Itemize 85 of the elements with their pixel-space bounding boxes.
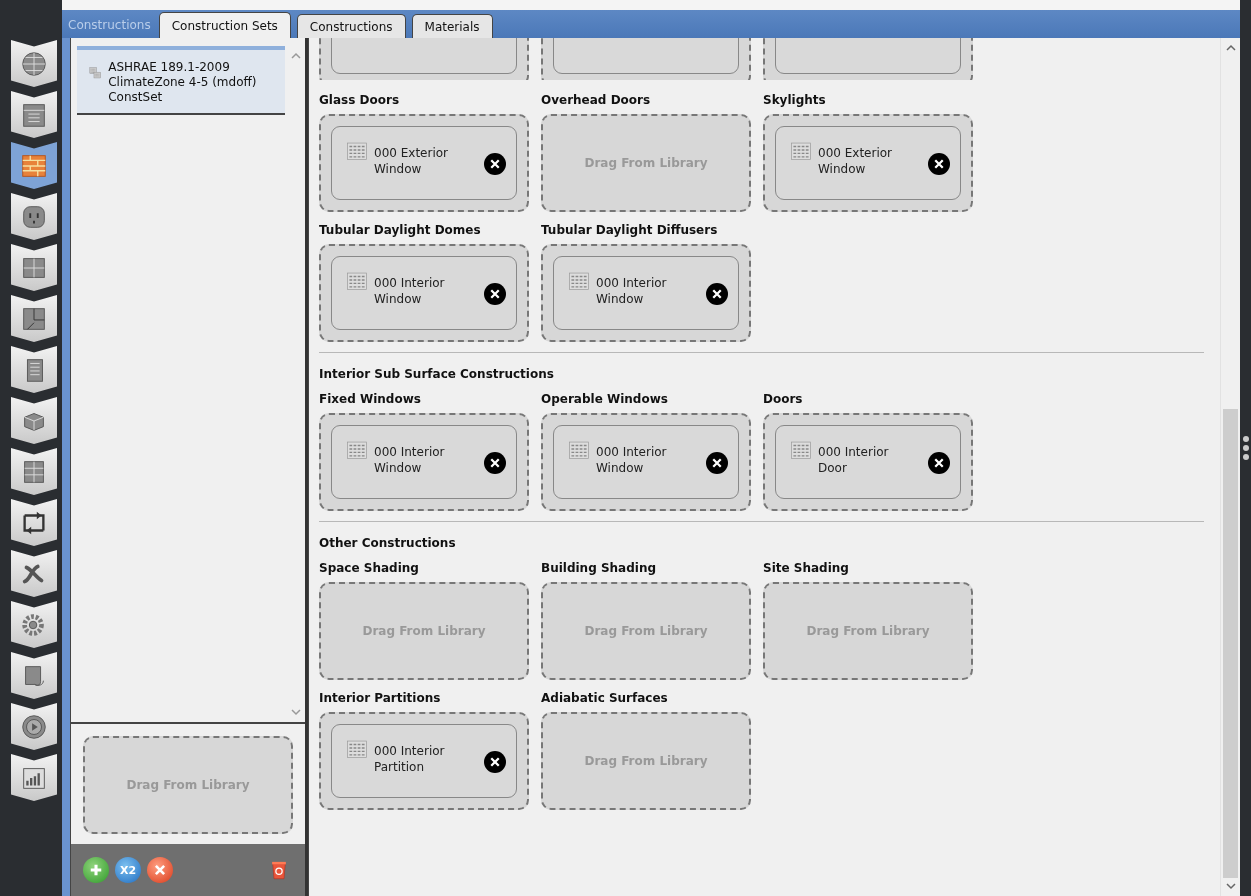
remove-button[interactable]	[484, 283, 506, 305]
close-icon	[489, 457, 501, 469]
list-item[interactable]: ASHRAE 189.1-2009 ClimateZone 4-5 (mdoff) ConstSet	[77, 46, 285, 115]
drop-zone[interactable]: 000 Interior Window	[541, 413, 751, 511]
remove-button[interactable]	[484, 452, 506, 474]
section-label: Constructions	[68, 18, 152, 34]
tab[interactable]: Construction Sets	[158, 12, 291, 38]
scrollbar-thumb[interactable]	[1223, 409, 1238, 878]
construction-item[interactable]: 000 Interior Door	[775, 425, 961, 499]
close-icon	[154, 864, 166, 876]
slot-label: Interior Partitions	[319, 690, 442, 707]
section-heading: Other Constructions	[319, 536, 457, 550]
chevron-down-icon[interactable]	[1225, 882, 1236, 890]
remove-button[interactable]	[928, 153, 950, 175]
construction-item[interactable]: 000 Interior Partition	[331, 724, 517, 798]
chevron-up-icon[interactable]	[1225, 44, 1236, 52]
nav-button[interactable]	[11, 652, 57, 699]
slot-label: Building Shading	[541, 560, 658, 577]
nav-button[interactable]	[11, 448, 57, 495]
nav-button[interactable]	[11, 550, 57, 597]
remove-button[interactable]	[706, 283, 728, 305]
nav-button[interactable]	[11, 601, 57, 648]
construction-item[interactable]: 000 Exterior Window	[331, 126, 517, 200]
remove-button[interactable]	[484, 751, 506, 773]
drop-zone[interactable]: 000 Interior Window	[541, 244, 751, 342]
slot-label: Fixed Windows	[319, 391, 422, 408]
nav-button[interactable]	[11, 397, 57, 444]
remove-button[interactable]	[484, 153, 506, 175]
slot-label: Skylights	[763, 92, 827, 109]
close-icon	[711, 457, 723, 469]
add-button[interactable]	[83, 857, 109, 883]
drop-zone[interactable]: 000 Interior Partition	[319, 712, 529, 810]
nav-button[interactable]	[11, 754, 57, 801]
slot-label: Adiabatic Surfaces	[541, 690, 669, 707]
nav-button[interactable]	[11, 91, 57, 138]
nav-button[interactable]	[11, 703, 57, 750]
close-icon	[489, 288, 501, 300]
construction-item[interactable]: 000 Interior Window	[553, 425, 739, 499]
window-grid-icon	[346, 271, 368, 293]
slot-label: Doors	[763, 391, 804, 408]
close-icon	[711, 288, 723, 300]
drop-zone[interactable]: 000 Interior Window	[319, 244, 529, 342]
splitter-handle[interactable]	[1242, 436, 1249, 460]
nav-button[interactable]	[11, 499, 57, 546]
construction-item[interactable]: 000 Exterior Window	[775, 126, 961, 200]
drop-zone[interactable]: 000 Exterior Window	[763, 114, 973, 212]
slot-label: Space Shading	[319, 560, 420, 577]
close-icon	[489, 756, 501, 768]
window-grid-icon	[790, 440, 812, 462]
window-grid-icon	[346, 739, 368, 761]
drop-zone[interactable]: 000 Exterior Window	[319, 114, 529, 212]
remove-button[interactable]	[928, 452, 950, 474]
construction-item[interactable]: 000 Interior Window	[553, 256, 739, 330]
slot-label: Tubular Daylight Diffusers	[541, 222, 719, 239]
slot-label: Operable Windows	[541, 391, 669, 408]
content-scrollbar[interactable]	[1220, 38, 1240, 896]
slot-label: Overhead Doors	[541, 92, 652, 109]
nav-button[interactable]	[11, 193, 57, 240]
window-grid-icon	[790, 141, 812, 163]
trash-button[interactable]	[269, 859, 289, 881]
drop-zone[interactable]: 000 Interior Door	[763, 413, 973, 511]
section-heading: Interior Sub Surface Constructions	[319, 367, 555, 381]
nav-button[interactable]	[11, 295, 57, 342]
close-icon	[933, 158, 945, 170]
drop-zone[interactable]: 000 Interior Window	[319, 413, 529, 511]
tab[interactable]: Constructions	[296, 14, 406, 38]
nav-button[interactable]	[11, 40, 57, 87]
window-grid-icon	[568, 440, 590, 462]
plus-icon	[89, 863, 103, 877]
window-grid-icon	[568, 271, 590, 293]
tab[interactable]: Materials	[411, 14, 493, 38]
close-icon	[933, 457, 945, 469]
window-grid-icon	[346, 141, 368, 163]
remove-button[interactable]	[706, 452, 728, 474]
nav-button[interactable]	[11, 142, 57, 189]
slot-label: Site Shading	[763, 560, 850, 577]
construction-item[interactable]: 000 Interior Window	[331, 425, 517, 499]
window-grid-icon	[346, 440, 368, 462]
nav-button[interactable]	[11, 244, 57, 291]
trash-icon	[269, 859, 289, 881]
nav-button[interactable]	[11, 346, 57, 393]
slot-label: Tubular Daylight Domes	[319, 222, 482, 239]
slot-label: Glass Doors	[319, 92, 401, 109]
construction-item[interactable]: 000 Interior Window	[331, 256, 517, 330]
close-icon	[489, 158, 501, 170]
